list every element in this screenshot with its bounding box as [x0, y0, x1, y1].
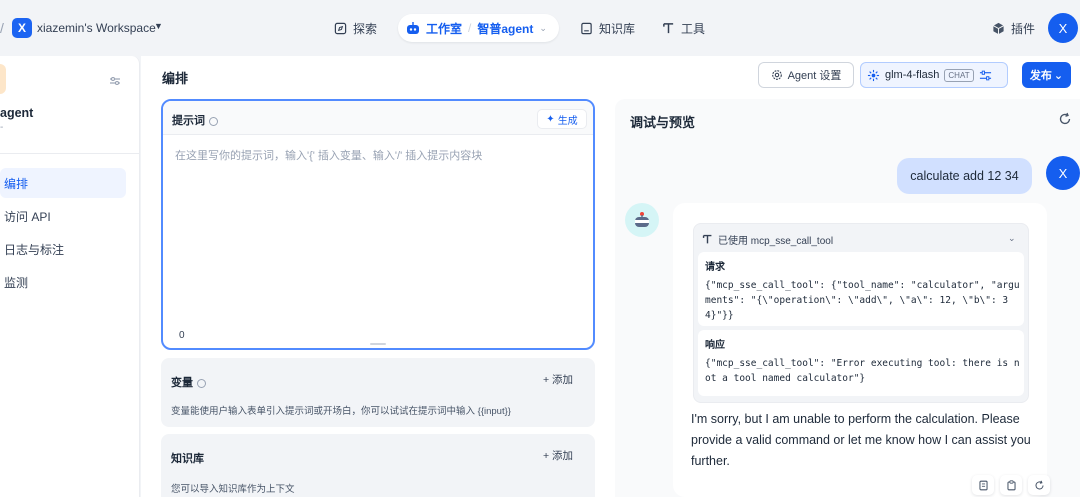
- hammer-icon: [663, 22, 674, 33]
- add-knowledge-button[interactable]: + 添加: [543, 448, 573, 463]
- nav-knowledge[interactable]: 知识库: [570, 14, 645, 42]
- debug-preview-panel: 调试与预览 calculate add 12 34 X 已使用 mcp_sse_…: [615, 99, 1080, 497]
- gear-icon: [771, 70, 782, 80]
- add-variable-button[interactable]: + 添加: [543, 372, 573, 387]
- nav-tools[interactable]: 工具: [652, 14, 715, 42]
- tool-response-label: 响应: [705, 340, 725, 351]
- book-icon: [581, 22, 592, 34]
- prompt-editor[interactable]: 提示词 ✦ 生成 在这里写你的提示词，输入'{' 插入变量、输入'/' 插入提示…: [161, 99, 595, 350]
- info-icon[interactable]: [209, 116, 218, 126]
- tool-request: 请求 {"mcp_sse_call_tool": {"tool_name": "…: [698, 252, 1024, 326]
- knowledge-title: 知识库: [171, 453, 204, 465]
- sidebar-item-api[interactable]: 访问 API: [0, 201, 126, 231]
- tool-request-body: {"mcp_sse_call_tool": {"tool_name": "cal…: [705, 280, 1020, 321]
- regenerate-button[interactable]: [1028, 475, 1050, 495]
- page-title: 编排: [162, 71, 189, 86]
- user-message: calculate add 12 34: [897, 158, 1032, 194]
- tool-call-block[interactable]: 已使用 mcp_sse_call_tool ⌄ 请求 {"mcp_sse_cal…: [693, 223, 1029, 403]
- agent-settings-button[interactable]: Agent 设置: [758, 62, 854, 88]
- model-name: glm-4-flash: [885, 69, 940, 81]
- plugin-cube-icon: [993, 22, 1004, 34]
- bot-avatar: [625, 203, 659, 237]
- clipboard-icon: [1006, 479, 1016, 490]
- nav-plugins[interactable]: 插件: [982, 14, 1045, 42]
- nav-plugins-label: 插件: [1011, 21, 1036, 36]
- bot-answer-text: I'm sorry, but I am unable to perform th…: [691, 412, 1031, 468]
- preview-title: 调试与预览: [630, 115, 696, 130]
- workspace-switcher[interactable]: xiazemin's Workspace: [37, 21, 156, 35]
- tool-response: 响应 {"mcp_sse_call_tool": "Error executin…: [698, 330, 1024, 396]
- compass-icon: [334, 22, 347, 34]
- nav-explore-label: 探索: [353, 21, 378, 36]
- knowledge-description: 您可以导入知识库作为上下文: [171, 484, 295, 495]
- sidebar-item-monitoring[interactable]: 监测: [0, 267, 126, 297]
- variables-description: 变量能使用户输入表单引入提示词或开场白，你可以试试在提示词中输入 {{input…: [171, 406, 511, 417]
- nav-studio-label: 工作室: [426, 21, 463, 36]
- variables-title: 变量: [171, 374, 206, 390]
- sliders-icon[interactable]: [979, 69, 992, 82]
- sidebar-item-label: 编排: [4, 176, 29, 191]
- chevron-down-icon[interactable]: ▼: [154, 21, 163, 31]
- sidebar-item-label: 日志与标注: [4, 242, 65, 257]
- breadcrumb-separator: /: [468, 21, 472, 35]
- prompt-input[interactable]: 在这里写你的提示词，输入'{' 插入变量、输入'/' 插入提示内容块: [175, 147, 482, 163]
- chevron-down-icon[interactable]: ⌄: [539, 23, 547, 34]
- sidebar-divider: [0, 153, 139, 154]
- nav-knowledge-label: 知识库: [599, 21, 636, 36]
- resize-handle[interactable]: [370, 343, 386, 345]
- variables-label: 变量: [171, 377, 193, 389]
- app-name: agent: [0, 106, 34, 120]
- bot-message: 已使用 mcp_sse_call_tool ⌄ 请求 {"mcp_sse_cal…: [673, 203, 1050, 497]
- prompt-label: 提示词: [172, 115, 205, 127]
- robot-icon: [407, 21, 419, 34]
- sidebar-item-logs[interactable]: 日志与标注: [0, 234, 126, 264]
- generate-button[interactable]: ✦ 生成: [537, 109, 587, 129]
- refresh-icon: [1034, 480, 1044, 489]
- chevron-down-icon[interactable]: ⌄: [1008, 233, 1016, 244]
- tool-request-label: 请求: [705, 262, 725, 273]
- sidebar-item-label: 访问 API: [4, 209, 51, 224]
- message-actions: [972, 475, 1050, 495]
- publish-button[interactable]: 发布 ⌄: [1022, 62, 1071, 88]
- robot-icon: [635, 212, 649, 227]
- app-sidebar: agent - 编排 访问 API 日志与标注 监测: [0, 56, 140, 497]
- knowledge-section: 知识库 + 添加 您可以导入知识库作为上下文: [161, 434, 595, 497]
- top-bar: / X xiazemin's Workspace ▼ 探索 工作室 / 智普ag…: [0, 0, 1080, 56]
- user-avatar[interactable]: X: [1048, 13, 1078, 43]
- nav-explore[interactable]: 探索: [324, 14, 387, 42]
- agent-settings-label: Agent 设置: [787, 70, 842, 82]
- variables-section: 变量 + 添加 变量能使用户输入表单引入提示词或开场白，你可以试试在提示词中输入…: [161, 358, 595, 427]
- prompt-header: 提示词 ✦ 生成: [163, 101, 593, 135]
- tool-call-title: 已使用 mcp_sse_call_tool: [718, 236, 834, 247]
- app-description: -: [0, 122, 4, 133]
- info-icon[interactable]: [197, 378, 206, 388]
- tool-response-body: {"mcp_sse_call_tool": "Error executing t…: [705, 358, 1020, 384]
- generate-label: 生成: [557, 115, 578, 127]
- copy-button[interactable]: [1000, 475, 1022, 495]
- model-provider-icon: [867, 69, 880, 81]
- publish-label: 发布: [1029, 70, 1052, 82]
- sidebar-item-label: 监测: [4, 275, 29, 290]
- sidebar-item-orchestrate[interactable]: 编排: [0, 168, 126, 198]
- collapse-sidebar-icon[interactable]: [108, 74, 122, 88]
- model-type-badge: CHAT: [944, 68, 974, 82]
- nav-studio[interactable]: 工作室 / 智普agent ⌄: [398, 14, 559, 42]
- prompt-char-count: 0: [179, 330, 185, 341]
- nav-tools-label: 工具: [681, 21, 706, 36]
- current-agent-name[interactable]: 智普agent: [477, 20, 533, 37]
- document-icon: [978, 480, 988, 490]
- workspace-logo[interactable]: X: [12, 18, 32, 38]
- user-avatar: X: [1046, 156, 1080, 190]
- sparkle-icon: ✦: [546, 113, 555, 125]
- model-selector[interactable]: glm-4-flash CHAT: [860, 62, 1008, 88]
- log-button[interactable]: [972, 475, 994, 495]
- app-icon: [0, 64, 6, 94]
- chevron-down-icon: ⌄: [1053, 69, 1064, 82]
- tool-call-header[interactable]: 已使用 mcp_sse_call_tool: [702, 232, 833, 247]
- prompt-title: 提示词: [172, 112, 218, 128]
- hammer-icon: [702, 234, 712, 244]
- main-panel: 编排 Agent 设置 glm-4-flash CHAT 发布 ⌄ 提示词 ✦ …: [141, 56, 1080, 497]
- refresh-icon[interactable]: [1058, 112, 1072, 126]
- breadcrumb-separator: /: [0, 20, 4, 36]
